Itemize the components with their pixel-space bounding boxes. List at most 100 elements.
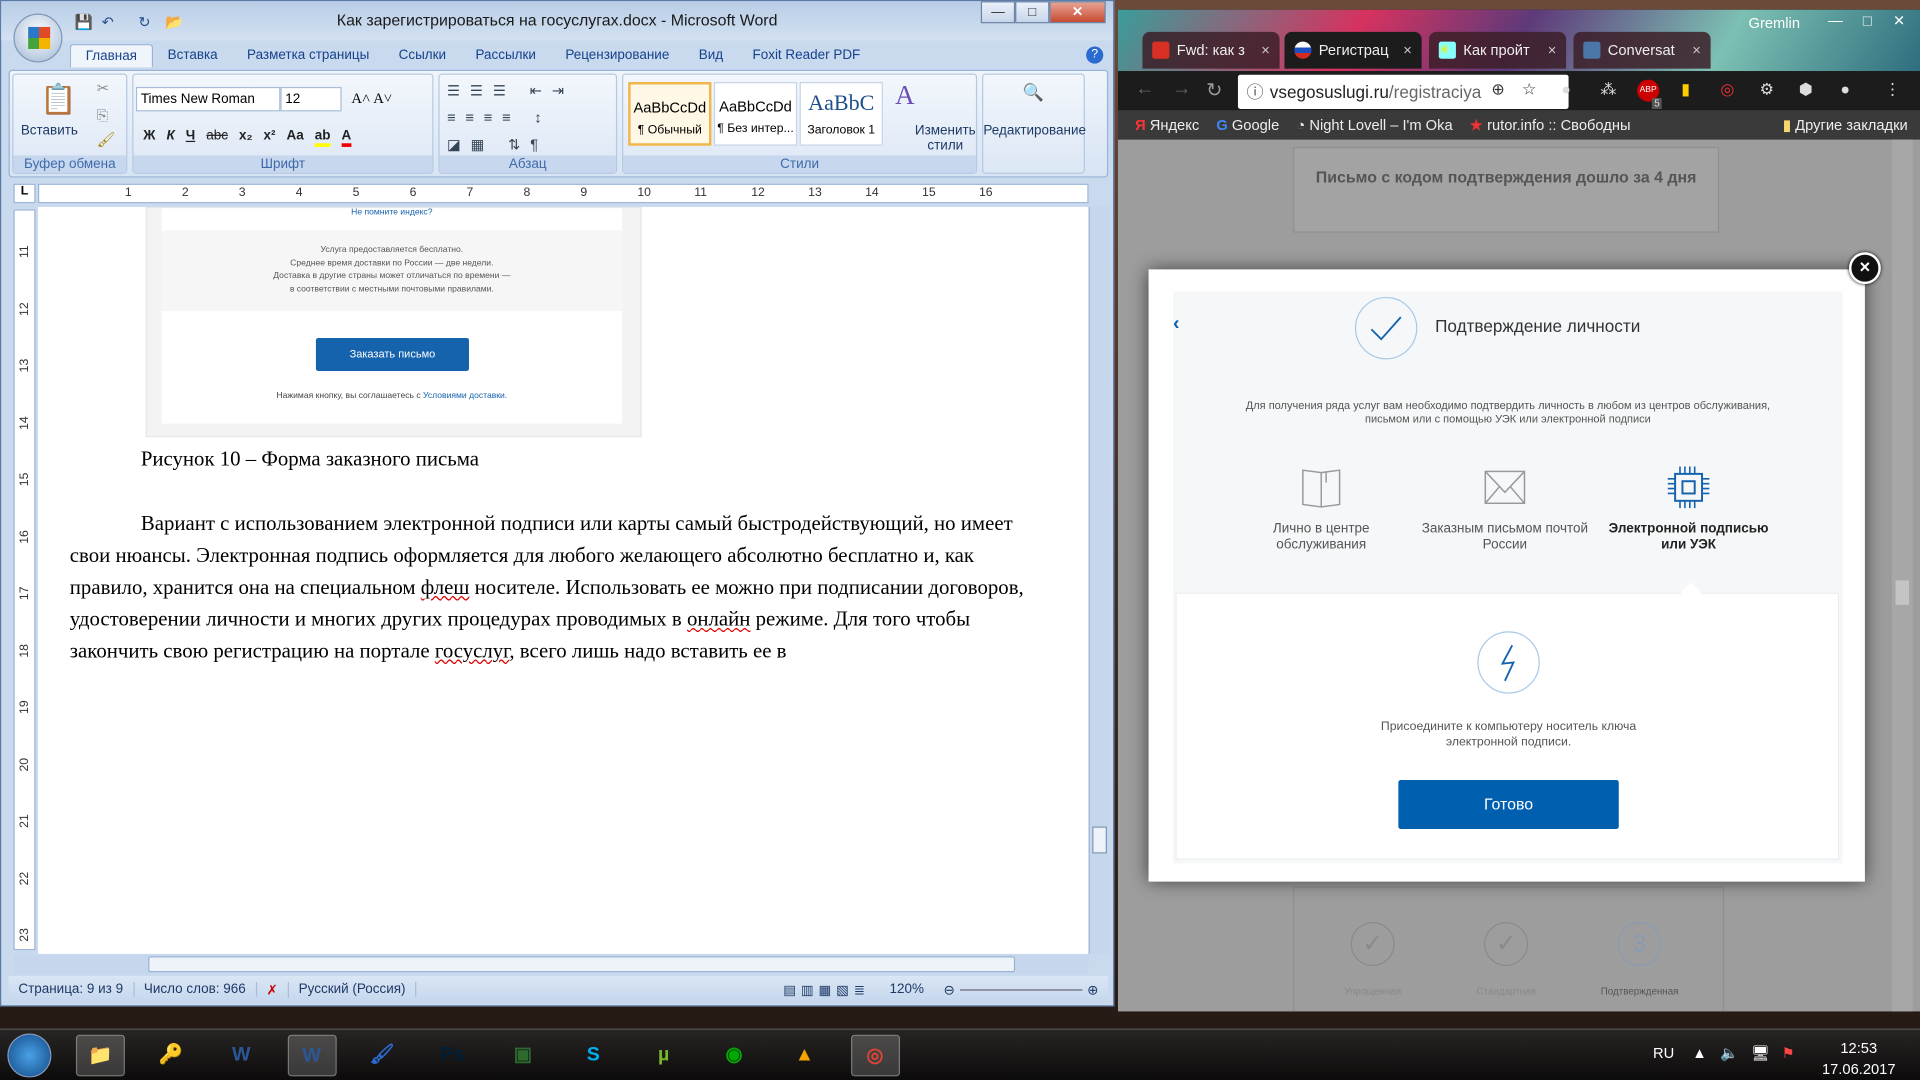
bold-button[interactable]: Ж <box>143 129 155 147</box>
subscript-button[interactable]: x₂ <box>239 129 252 147</box>
tab-home[interactable]: Главная <box>69 44 153 68</box>
taskbar-app-explorer-icon[interactable]: 📁 <box>75 1034 125 1077</box>
done-button[interactable]: Готово <box>1398 780 1619 829</box>
undo-icon[interactable]: ↶ <box>102 13 114 30</box>
taskbar-app-word-2003-icon[interactable]: W <box>217 1035 266 1077</box>
taskbar-app-paint-icon[interactable]: 🖌 <box>358 1035 407 1077</box>
maximize-button[interactable]: □ <box>1851 12 1883 29</box>
start-button[interactable] <box>7 1033 52 1078</box>
menu-icon[interactable]: ⋮ <box>1884 80 1900 100</box>
option-service-center[interactable]: Лично в центре обслуживания <box>1229 465 1413 553</box>
align-icons[interactable]: ≡≡≡≡ ↕ <box>447 109 552 126</box>
close-tab-icon[interactable]: × <box>1403 42 1412 59</box>
tab-insert[interactable]: Вставка <box>153 44 232 67</box>
other-bookmarks[interactable]: ▮ Другие закладки <box>1783 116 1908 133</box>
misspelled-word[interactable]: онлайн <box>687 607 750 630</box>
tab-mailings[interactable]: Рассылки <box>461 44 551 67</box>
format-painter-icon[interactable]: 🖌 <box>97 131 116 148</box>
superscript-button[interactable]: x² <box>264 129 276 147</box>
info-icon[interactable]: ⓘ <box>1247 75 1264 109</box>
open-folder-icon[interactable]: 📂 <box>165 13 183 30</box>
view-mode-icons[interactable]: ▤▥▦▧≣ <box>773 981 879 998</box>
minimize-button[interactable]: — <box>1820 12 1852 29</box>
language[interactable]: Русский (Россия) <box>289 982 417 997</box>
language-indicator[interactable]: RU <box>1653 1044 1674 1061</box>
action-center-flag-icon[interactable]: ⚑ <box>1782 1044 1795 1061</box>
list-icons[interactable]: ☰☰☰ ⇤⇥ <box>447 82 574 99</box>
volume-icon[interactable]: 🔈 <box>1720 1044 1738 1061</box>
close-tab-icon[interactable]: × <box>1692 42 1701 59</box>
tab-foxit[interactable]: Foxit Reader PDF <box>738 44 875 67</box>
spellcheck-icon[interactable]: ✗ <box>257 981 289 998</box>
zoom-level[interactable]: 120% <box>880 982 934 997</box>
taskbar-app-chrome-icon[interactable]: ◎ <box>850 1034 900 1077</box>
zoom-slider[interactable]: ⊖ ⊕ <box>934 981 1108 998</box>
document-page[interactable]: Не помните индекс? Услуга предоставляетс… <box>37 206 1089 954</box>
address-bar[interactable]: ⓘ vsegosuslugi.ru/registraciya <box>1237 74 1569 109</box>
taskbar-app-emb-icon[interactable]: ◉ <box>710 1035 759 1077</box>
taskbar-app-word-icon[interactable]: W <box>287 1034 337 1077</box>
horizontal-ruler[interactable]: 1 2 3 4 5 6 7 8 9 10 11 12 13 14 15 16 <box>37 183 1089 204</box>
close-button[interactable]: ✕ <box>1883 12 1915 29</box>
network-icon[interactable]: 🖥 <box>1751 1044 1770 1061</box>
option-registered-letter[interactable]: Заказным письмом почтой России <box>1413 465 1597 553</box>
misspelled-word[interactable]: госуслуг <box>435 639 510 662</box>
target-icon[interactable]: ◎ <box>1720 80 1734 100</box>
show-hidden-icons[interactable]: ▲ <box>1692 1044 1707 1061</box>
bookmark-night-lovell[interactable]: ◔ Night Lovell – I'm Oka <box>1296 116 1452 133</box>
reload-icon[interactable]: ↻ <box>1206 78 1222 102</box>
bookmark-yandex[interactable]: Я Яндекс <box>1135 116 1199 133</box>
misspelled-word[interactable]: флеш <box>421 576 470 599</box>
editing-button[interactable]: Редактирование <box>983 124 1086 139</box>
tab-view[interactable]: Вид <box>684 44 738 67</box>
option-digital-signature[interactable]: Электронной подписью или УЭК <box>1597 465 1781 553</box>
highlight-icon[interactable]: ab <box>314 129 331 147</box>
font-name-select[interactable]: Times New Roman <box>135 86 281 112</box>
taskbar-app-utorrent-icon[interactable]: µ <box>639 1035 688 1077</box>
close-button[interactable]: ✕ <box>1049 1 1106 24</box>
save-icon[interactable]: 💾 <box>75 13 93 30</box>
extension-icon[interactable]: ⁂ <box>1600 80 1616 100</box>
forward-icon[interactable]: → <box>1172 78 1192 100</box>
extension-icon[interactable]: ● <box>1561 80 1571 98</box>
back-chevron-icon[interactable]: ‹ <box>1173 313 1180 335</box>
cut-icon[interactable]: ✂ <box>97 80 109 97</box>
bookmark-rutor[interactable]: ★ rutor.info :: Свободны <box>1470 116 1631 133</box>
tab-review[interactable]: Рецензирование <box>551 44 684 67</box>
zoom-icon[interactable]: ⊕ <box>1491 80 1504 100</box>
paste-icon[interactable]: 📋 <box>40 82 77 118</box>
horizontal-scrollbar[interactable] <box>13 955 1089 974</box>
maximize-button[interactable]: □ <box>1015 1 1050 24</box>
profile-name[interactable]: Gremlin <box>1749 15 1800 32</box>
minimize-button[interactable]: — <box>980 1 1016 24</box>
font-color-icon[interactable]: A <box>341 129 352 147</box>
clock[interactable]: 12:53 17.06.2017 <box>1822 1038 1896 1080</box>
italic-button[interactable]: К <box>166 129 174 147</box>
taskbar-app-access-icon[interactable]: 🔑 <box>146 1035 195 1077</box>
star-icon[interactable]: ☆ <box>1522 80 1536 100</box>
back-icon[interactable]: ← <box>1135 78 1155 100</box>
scroll-thumb[interactable] <box>148 956 1016 973</box>
modal-close-button[interactable]: × <box>1848 252 1881 285</box>
style-no-spacing[interactable]: AaBbCcDd ¶ Без интер... <box>713 82 798 146</box>
taskbar-app-terminal-icon[interactable]: ▣ <box>498 1035 547 1077</box>
paste-button[interactable]: Вставить <box>21 124 78 139</box>
tab-selector[interactable]: L <box>13 183 36 204</box>
change-styles-icon[interactable]: A <box>895 80 914 112</box>
underline-button[interactable]: Ч <box>186 129 195 147</box>
scroll-thumb[interactable] <box>1092 826 1107 854</box>
grow-font-icon[interactable]: A˄ A˅ <box>351 89 392 107</box>
page-scrollbar[interactable] <box>1891 139 1913 1012</box>
taskbar-app-photoshop-icon[interactable]: Ps <box>428 1035 477 1077</box>
close-tab-icon[interactable]: × <box>1548 42 1557 59</box>
font-size-select[interactable]: 12 <box>280 86 342 112</box>
style-heading1[interactable]: AaBbC Заголовок 1 <box>799 82 883 146</box>
tab-conversation[interactable]: Conversat × <box>1573 31 1711 69</box>
redo-icon[interactable]: ↻ <box>138 13 150 30</box>
style-normal[interactable]: AaBbCcDd ¶ Обычный <box>628 82 712 146</box>
page-count[interactable]: Страница: 9 из 9 <box>9 982 135 997</box>
strikethrough-button[interactable]: abc <box>206 129 228 147</box>
tab-references[interactable]: Ссылки <box>384 44 461 67</box>
close-tab-icon[interactable]: × <box>1261 42 1270 59</box>
office-button[interactable] <box>13 13 63 63</box>
